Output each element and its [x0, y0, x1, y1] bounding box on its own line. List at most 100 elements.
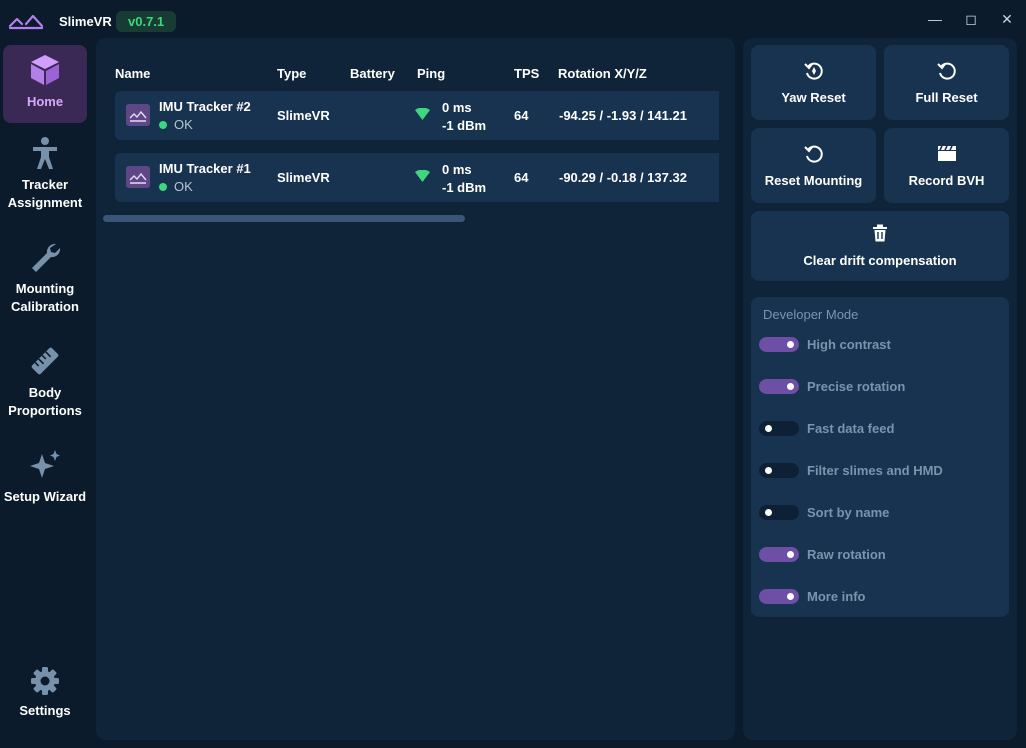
toggle-label: Raw rotation — [807, 547, 886, 562]
toggle-knob — [787, 593, 794, 600]
toggle-switch[interactable] — [759, 421, 799, 436]
tracker-status: OK — [159, 117, 193, 132]
sidebar-item-label: Home — [26, 94, 64, 109]
toggle-knob — [765, 425, 772, 432]
ruler-icon — [31, 347, 59, 375]
minimize-button[interactable]: — — [925, 10, 945, 28]
tracker-ping: 0 ms -1 dBm — [442, 99, 486, 135]
title-bar: SlimeVR v0.7.1 — ◻ ✕ — [0, 0, 1026, 38]
column-header-ping: Ping — [417, 66, 446, 81]
yaw-reset-label: Yaw Reset — [781, 90, 846, 105]
person-icon — [33, 137, 57, 169]
sidebar-item-label: Mounting Calibration — [11, 281, 79, 314]
sidebar-item-mounting-calibration[interactable]: Mounting Calibration — [3, 240, 87, 320]
tracker-ping-ms: 0 ms — [442, 162, 472, 177]
toggle-label: Precise rotation — [807, 379, 906, 394]
toggle-switch[interactable] — [759, 379, 799, 394]
tracker-signal: -1 dBm — [442, 118, 487, 133]
tracker-status-text: OK — [174, 179, 193, 194]
column-header-type: Type — [277, 66, 307, 81]
toggle-switch[interactable] — [759, 547, 799, 562]
status-dot-icon — [159, 121, 167, 129]
reset-mounting-button[interactable]: Reset Mounting — [751, 128, 876, 203]
tracker-rotation: -90.29 / -0.18 / 137.32 — [559, 170, 687, 185]
clear-drift-label: Clear drift compensation — [803, 253, 957, 268]
toggle-sort-by-name[interactable]: Sort by name — [759, 504, 999, 522]
reset-icon — [803, 145, 823, 163]
clapperboard-icon — [937, 145, 956, 161]
tracker-status-text: OK — [174, 117, 193, 132]
tracker-ping: 0 ms -1 dBm — [442, 161, 486, 197]
status-dot-icon — [159, 183, 167, 191]
clear-drift-compensation-button[interactable]: Clear drift compensation — [751, 211, 1009, 281]
tracker-status: OK — [159, 179, 193, 194]
toggle-label: More info — [807, 589, 866, 604]
wifi-signal-icon — [415, 170, 430, 182]
toggle-switch[interactable] — [759, 589, 799, 604]
toggle-label: Fast data feed — [807, 421, 895, 436]
column-header-name: Name — [115, 66, 151, 81]
toggle-precise-rotation[interactable]: Precise rotation — [759, 378, 999, 396]
toggle-knob — [765, 509, 772, 516]
gear-icon — [31, 667, 59, 695]
sidebar-item-label: Body Proportions — [8, 385, 82, 418]
tracker-ping-ms: 0 ms — [442, 100, 472, 115]
toggle-high-contrast[interactable]: High contrast — [759, 336, 999, 354]
tracker-type: SlimeVR — [277, 108, 330, 123]
toggle-label: High contrast — [807, 337, 891, 352]
actions-panel: Yaw Reset Full Reset Reset Mounting Reco… — [743, 38, 1017, 740]
full-reset-button[interactable]: Full Reset — [884, 45, 1009, 120]
sidebar: Home Tracker Assignment Mounting Calibra… — [0, 38, 90, 748]
trash-icon — [873, 224, 887, 242]
tracker-icon — [126, 104, 150, 126]
yaw-reset-button[interactable]: Yaw Reset — [751, 45, 876, 120]
tracker-table-panel: Name Type Battery Ping TPS Rotation X/Y/… — [96, 38, 735, 740]
toggle-fast-data-feed[interactable]: Fast data feed — [759, 420, 999, 438]
tracker-name: IMU Tracker #2 — [159, 99, 251, 114]
sidebar-item-settings[interactable]: Settings — [3, 666, 87, 730]
sidebar-item-body-proportions[interactable]: Body Proportions — [3, 344, 87, 424]
toggle-switch[interactable] — [759, 505, 799, 520]
close-button[interactable]: ✕ — [997, 10, 1017, 28]
tracker-tps: 64 — [514, 170, 529, 185]
sidebar-item-setup-wizard[interactable]: Setup Wizard — [3, 448, 87, 518]
horizontal-scrollbar[interactable] — [103, 215, 465, 222]
record-bvh-button[interactable]: Record BVH — [884, 128, 1009, 203]
toggle-knob — [787, 551, 794, 558]
toggle-label: Filter slimes and HMD — [807, 463, 943, 478]
wifi-signal-icon — [415, 108, 430, 120]
toggle-raw-rotation[interactable]: Raw rotation — [759, 546, 999, 564]
sidebar-item-label: Setup Wizard — [3, 489, 87, 504]
table-row[interactable]: IMU Tracker #2 OK SlimeVR 0 ms -1 dBm 64… — [115, 91, 719, 140]
tracker-type: SlimeVR — [277, 170, 330, 185]
tracker-signal: -1 dBm — [442, 180, 487, 195]
full-reset-label: Full Reset — [915, 90, 978, 105]
column-header-rotation: Rotation X/Y/Z — [558, 66, 647, 81]
toggle-switch[interactable] — [759, 463, 799, 478]
reset-mounting-label: Reset Mounting — [764, 173, 863, 188]
tracker-tps: 64 — [514, 108, 529, 123]
table-header: Name Type Battery Ping TPS Rotation X/Y/… — [96, 66, 735, 84]
developer-mode-panel: Developer Mode High contrast Precise rot… — [751, 297, 1009, 617]
tracker-icon — [126, 166, 150, 188]
table-row[interactable]: IMU Tracker #1 OK SlimeVR 0 ms -1 dBm 64… — [115, 153, 719, 202]
cube-icon — [31, 55, 59, 85]
developer-mode-title: Developer Mode — [763, 307, 859, 322]
sparkles-icon — [30, 450, 60, 478]
app-name: SlimeVR — [59, 14, 112, 29]
tracker-rotation: -94.25 / -1.93 / 141.21 — [559, 108, 687, 123]
tracker-name: IMU Tracker #1 — [159, 161, 251, 176]
toggle-label: Sort by name — [807, 505, 890, 520]
toggle-knob — [787, 383, 794, 390]
toggle-filter-slimes-hmd[interactable]: Filter slimes and HMD — [759, 462, 999, 480]
sidebar-item-label: Tracker Assignment — [7, 177, 83, 210]
toggle-more-info[interactable]: More info — [759, 588, 999, 606]
maximize-button[interactable]: ◻ — [961, 10, 981, 28]
sidebar-item-home[interactable]: Home — [3, 45, 87, 123]
toggle-switch[interactable] — [759, 337, 799, 352]
toggle-knob — [787, 341, 794, 348]
toggle-knob — [765, 467, 772, 474]
column-header-battery: Battery — [350, 66, 395, 81]
record-bvh-label: Record BVH — [908, 173, 985, 188]
sidebar-item-tracker-assignment[interactable]: Tracker Assignment — [3, 136, 87, 216]
